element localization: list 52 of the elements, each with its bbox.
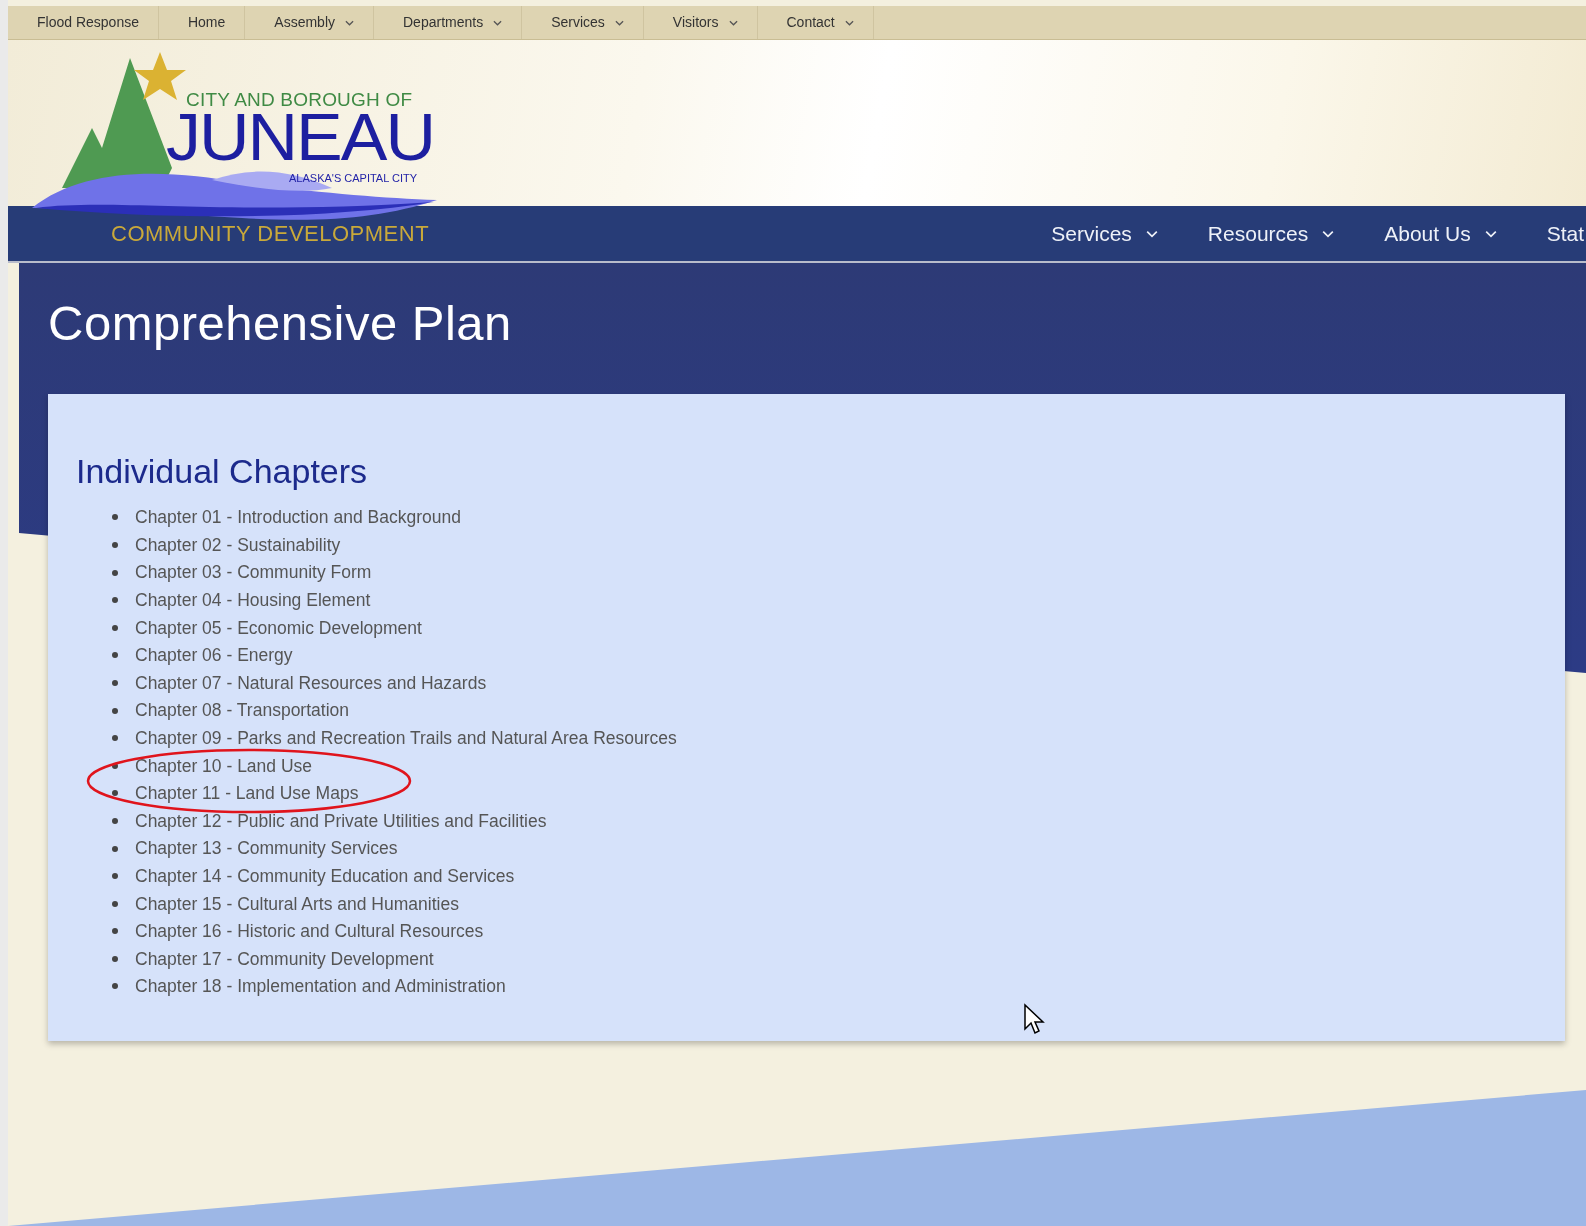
chapter-link[interactable]: Chapter 15 - Cultural Arts and Humanities <box>135 890 459 917</box>
main-nav-item[interactable]: Stat <box>1546 217 1584 250</box>
chapter-link[interactable]: Chapter 16 - Historic and Cultural Resources <box>135 918 484 945</box>
chapter-link[interactable]: Chapter 04 - Housing Element <box>135 587 371 614</box>
chapter-link[interactable]: Chapter 13 - Community Services <box>135 835 398 862</box>
bullet <box>112 817 118 824</box>
bullet <box>112 790 118 797</box>
chapter-link[interactable]: Chapter 08 - Transportation <box>135 697 349 724</box>
top-nav-item[interactable]: Departments <box>374 6 523 39</box>
bullet <box>112 762 118 769</box>
bullet <box>112 514 118 521</box>
chapter-link[interactable]: Chapter 05 - Economic Development <box>135 614 422 641</box>
top-nav-item[interactable]: Visitors <box>643 6 758 39</box>
bullet <box>112 955 118 962</box>
bullet <box>112 983 118 990</box>
logo-tagline: ALASKA'S CAPITAL CITY <box>289 171 418 186</box>
top-nav-item[interactable]: Home <box>158 6 246 39</box>
top-nav-item[interactable]: Flood Response <box>8 6 159 39</box>
chapter-link[interactable]: Chapter 07 - Natural Resources and Hazards <box>135 669 487 697</box>
chapter-link[interactable]: Chapter 11 - Land Use Maps <box>135 780 359 807</box>
main-nav-item[interactable]: Services <box>1051 217 1158 250</box>
department-name: COMMUNITY DEVELOPMENT <box>111 220 430 248</box>
mouse-pointer-icon <box>1023 1003 1045 1035</box>
bullet <box>112 652 118 659</box>
chapter-link[interactable]: Chapter 14 - Community Education and Services <box>135 863 515 890</box>
chapter-link[interactable]: Chapter 02 - Sustainability <box>135 531 341 559</box>
bullet <box>112 900 118 907</box>
section-heading: Individual Chapters <box>76 450 369 492</box>
bullet <box>112 542 118 548</box>
bullet <box>112 928 118 935</box>
chapter-link[interactable]: Chapter 01 - Introduction and Background <box>135 504 461 531</box>
chapter-link[interactable]: Chapter 06 - Energy <box>135 642 293 669</box>
bullet <box>112 707 118 714</box>
bullet <box>112 845 118 852</box>
bullet <box>112 624 118 631</box>
main-nav-item[interactable]: About Us <box>1384 217 1497 250</box>
page-title: Comprehensive Plan <box>47 295 513 352</box>
bullet <box>112 679 118 686</box>
top-nav-item[interactable]: Contact <box>757 6 874 39</box>
top-nav-item[interactable]: Services <box>522 6 644 39</box>
top-nav-item[interactable]: Assembly <box>245 6 374 39</box>
chapter-link[interactable]: Chapter 17 - Community Development <box>135 945 434 972</box>
chapter-link[interactable]: Chapter 18 - Implementation and Administration <box>135 973 506 1000</box>
main-nav-item[interactable]: Resources <box>1207 217 1335 250</box>
bullet <box>112 873 118 880</box>
bullet <box>112 735 118 742</box>
bullet <box>112 569 118 576</box>
chapter-link[interactable]: Chapter 03 - Community Form <box>135 559 372 586</box>
chapter-link[interactable]: Chapter 09 - Parks and Recreation Trails and Natural Area Resources <box>135 725 677 752</box>
chapter-link[interactable]: Chapter 12 - Public and Private Utilities and Facilities <box>135 807 547 835</box>
bullet <box>112 597 118 604</box>
chapter-link[interactable]: Chapter 10 - Land Use <box>135 752 313 779</box>
